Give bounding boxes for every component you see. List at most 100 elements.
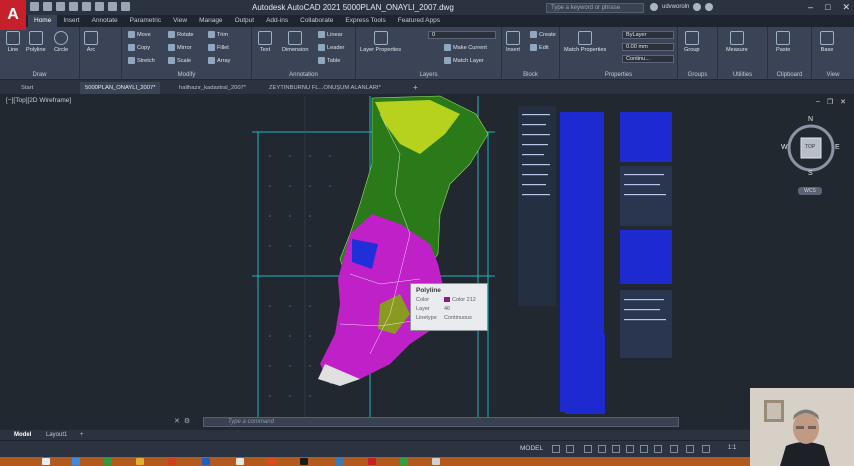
base-tool[interactable]: Base: [820, 31, 834, 53]
viewcube-east[interactable]: E: [835, 144, 840, 151]
wcs-dropdown[interactable]: WCS: [798, 187, 822, 195]
start-icon[interactable]: [42, 458, 50, 465]
line-tool[interactable]: Line: [6, 31, 20, 53]
excel-icon[interactable]: [104, 458, 112, 465]
tab-collaborate[interactable]: Collaborate: [294, 15, 339, 27]
tab-home[interactable]: Home: [28, 15, 58, 27]
app-icon[interactable]: [400, 458, 408, 465]
command-input[interactable]: Type a command: [203, 417, 679, 427]
group-tool[interactable]: Group: [684, 31, 700, 53]
clipboard-panel-title[interactable]: Clipboard: [768, 72, 811, 78]
tab-featured-apps[interactable]: Featured Apps: [392, 15, 446, 27]
transparency-icon[interactable]: [670, 445, 678, 453]
edit-block-tool[interactable]: Edit: [530, 44, 549, 51]
autocad-taskbar-icon[interactable]: [368, 458, 376, 465]
close-command-icon[interactable]: ✕: [174, 417, 180, 425]
leader-tool[interactable]: Leader: [318, 44, 344, 51]
table-tool[interactable]: Table: [318, 57, 340, 64]
mirror-tool[interactable]: Mirror: [168, 44, 192, 51]
tab-layout1[interactable]: Layout1: [42, 430, 71, 440]
file-tab-start[interactable]: Start: [16, 82, 38, 94]
powerpoint-icon[interactable]: [168, 458, 176, 465]
arc-tool[interactable]: Arc: [84, 31, 98, 53]
file-tab-5000plan[interactable]: 5000PLAN_ONAYLI_2007*: [80, 82, 161, 94]
save-as-icon[interactable]: [69, 2, 78, 11]
array-tool[interactable]: Array: [208, 57, 230, 64]
modify-panel-title[interactable]: Modify: [122, 72, 251, 78]
annotation-scale[interactable]: 1:1: [728, 445, 736, 451]
utilities-panel-title[interactable]: Utilities: [718, 72, 767, 78]
app-icon[interactable]: [336, 458, 344, 465]
save-icon[interactable]: [56, 2, 65, 11]
insert-tool[interactable]: Insert: [506, 31, 520, 53]
create-block-tool[interactable]: Create: [530, 31, 556, 38]
paste-tool[interactable]: Paste: [776, 31, 790, 53]
stretch-tool[interactable]: Stretch: [128, 57, 155, 64]
groups-panel-title[interactable]: Groups: [678, 72, 717, 78]
app-icon[interactable]: [432, 458, 440, 465]
viewcube-top-face[interactable]: TOP: [805, 144, 815, 150]
app-icon[interactable]: [268, 458, 276, 465]
undo-icon[interactable]: [108, 2, 117, 11]
file-tab-zeytinburnu[interactable]: ZEYTINBURNU FL...ONUŞUM ALANLARI*: [264, 82, 386, 94]
grid-icon[interactable]: [552, 445, 560, 453]
tab-annotate[interactable]: Annotate: [86, 15, 124, 27]
scale-tool[interactable]: Scale: [168, 57, 191, 64]
viewcube-west[interactable]: W: [781, 144, 788, 151]
viewcube-south[interactable]: S: [808, 170, 813, 177]
customize-icon[interactable]: ⚙: [184, 417, 190, 425]
new-tab-button[interactable]: +: [408, 82, 423, 94]
tab-insert[interactable]: Insert: [57, 15, 85, 27]
viewcube[interactable]: N S E W TOP: [781, 116, 840, 177]
color-dropdown[interactable]: ByLayer: [622, 31, 674, 39]
draw-panel-title[interactable]: Draw: [0, 72, 79, 78]
selection-cycling-icon[interactable]: [686, 445, 694, 453]
text-tool[interactable]: Text: [258, 31, 272, 53]
redo-icon[interactable]: [121, 2, 130, 11]
browser-icon[interactable]: [72, 458, 80, 465]
measure-tool[interactable]: Measure: [726, 31, 748, 53]
linear-tool[interactable]: Linear: [318, 31, 343, 38]
drawing-canvas[interactable]: [−][Top][2D Wireframe] – ❐ ✕ N S E W TOP…: [0, 94, 854, 430]
polar-icon[interactable]: [598, 445, 606, 453]
isodraft-icon[interactable]: [612, 445, 620, 453]
new-icon[interactable]: [30, 2, 39, 11]
model-space-toggle[interactable]: MODEL: [520, 445, 543, 452]
tab-express-tools[interactable]: Express Tools: [339, 15, 391, 27]
tab-model[interactable]: Model: [10, 430, 35, 440]
make-current-tool[interactable]: Make Current: [444, 44, 487, 51]
help-icon[interactable]: [705, 3, 714, 11]
rotate-tool[interactable]: Rotate: [168, 31, 193, 38]
viewcube-north[interactable]: N: [808, 116, 813, 123]
fillet-tool[interactable]: Fillet: [208, 44, 229, 51]
tab-manage[interactable]: Manage: [193, 15, 229, 27]
view-panel-title[interactable]: View: [812, 72, 854, 78]
app-icon[interactable]: [300, 458, 308, 465]
snap-icon[interactable]: [566, 445, 574, 453]
app-icon[interactable]: [236, 458, 244, 465]
trim-tool[interactable]: Trim: [208, 31, 228, 38]
polyline-tool[interactable]: Polyline: [26, 31, 46, 53]
match-layer-tool[interactable]: Match Layer: [444, 57, 484, 64]
autocad-logo-icon[interactable]: A: [0, 0, 26, 30]
cart-icon[interactable]: [693, 3, 702, 11]
dimension-tool[interactable]: Dimension: [282, 31, 308, 53]
layer-properties-tool[interactable]: Layer Properties: [360, 31, 401, 53]
properties-panel-title[interactable]: Properties: [560, 72, 677, 78]
file-tab-halihazir[interactable]: halihazır_kadastral_2007*: [174, 82, 251, 94]
lineweight-dropdown[interactable]: 0.00 mm: [622, 43, 674, 51]
ortho-icon[interactable]: [584, 445, 592, 453]
minimize-icon[interactable]: –: [808, 2, 813, 13]
current-layer-dropdown[interactable]: 0: [428, 31, 496, 39]
linetype-dropdown[interactable]: Continu...: [622, 55, 674, 63]
web-icon[interactable]: [82, 2, 91, 11]
annotation-monitor-icon[interactable]: [702, 445, 710, 453]
print-icon[interactable]: [95, 2, 104, 11]
tab-add-ins[interactable]: Add-ins: [260, 15, 294, 27]
tab-parametric[interactable]: Parametric: [124, 15, 167, 27]
annotation-panel-title[interactable]: Annotation: [252, 72, 355, 78]
block-panel-title[interactable]: Block: [502, 72, 559, 78]
user-account[interactable]: udvworoln: [650, 3, 714, 11]
folder-icon[interactable]: [136, 458, 144, 465]
circle-tool[interactable]: Circle: [54, 31, 68, 53]
